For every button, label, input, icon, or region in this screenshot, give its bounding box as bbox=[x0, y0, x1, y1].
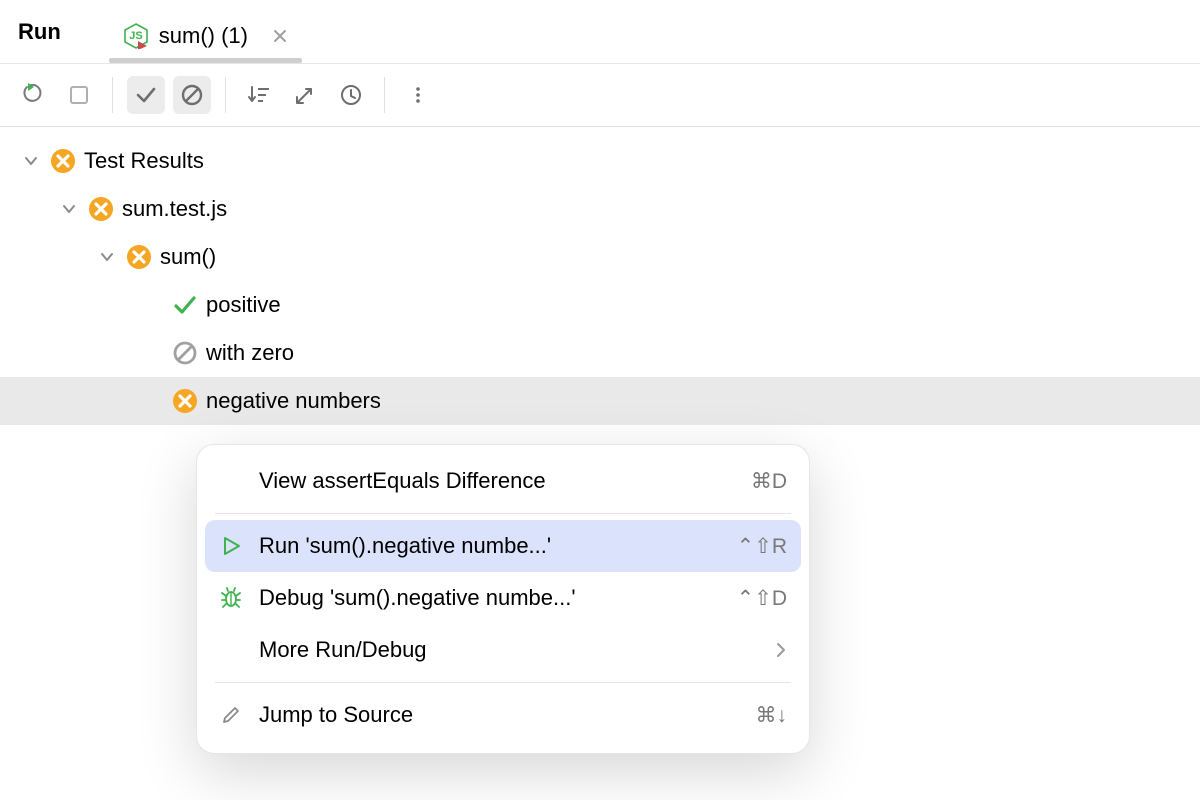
menu-jump-to-source[interactable]: Jump to Source ⌘↓ bbox=[205, 689, 801, 741]
pencil-icon bbox=[217, 705, 245, 725]
status-failed-icon bbox=[50, 148, 76, 174]
menu-item-label: View assertEquals Difference bbox=[259, 468, 737, 494]
tree-root[interactable]: Test Results bbox=[0, 137, 1200, 185]
tree-root-label: Test Results bbox=[84, 148, 204, 174]
tree-test-failed[interactable]: negative numbers bbox=[0, 377, 1200, 425]
show-ignored-toggle[interactable] bbox=[173, 76, 211, 114]
submenu-chevron-icon bbox=[775, 642, 787, 658]
tree-test-label: positive bbox=[206, 292, 281, 318]
more-options-button[interactable] bbox=[399, 76, 437, 114]
menu-separator bbox=[215, 682, 791, 683]
tool-window-title: Run bbox=[18, 19, 61, 63]
run-config-tab-label: sum() (1) bbox=[159, 23, 248, 49]
import-results-button[interactable] bbox=[286, 76, 324, 114]
run-config-tab[interactable]: JS sum() (1) bbox=[115, 23, 296, 63]
tree-test-passed[interactable]: positive bbox=[0, 281, 1200, 329]
sort-button[interactable] bbox=[240, 76, 278, 114]
menu-item-shortcut: ⌘↓ bbox=[756, 703, 788, 728]
menu-separator bbox=[215, 513, 791, 514]
toolbar-separator bbox=[384, 77, 385, 113]
toolbar-separator bbox=[225, 77, 226, 113]
tab-row: Run JS sum() (1) bbox=[0, 0, 1200, 64]
menu-item-label: Debug 'sum().negative numbe...' bbox=[259, 585, 723, 611]
context-menu: View assertEquals Difference ⌘D Run 'sum… bbox=[196, 444, 810, 754]
chevron-down-icon[interactable] bbox=[98, 248, 116, 266]
test-history-button[interactable] bbox=[332, 76, 370, 114]
toolbar-separator bbox=[112, 77, 113, 113]
chevron-down-icon[interactable] bbox=[22, 152, 40, 170]
play-icon bbox=[217, 536, 245, 556]
status-failed-icon bbox=[88, 196, 114, 222]
menu-run[interactable]: Run 'sum().negative numbe...' ⌃⇧R bbox=[205, 520, 801, 572]
tree-suite-label: sum() bbox=[160, 244, 216, 270]
menu-item-label: Run 'sum().negative numbe...' bbox=[259, 533, 723, 559]
menu-item-label: Jump to Source bbox=[259, 702, 742, 728]
menu-item-shortcut: ⌃⇧R bbox=[737, 534, 787, 559]
menu-view-difference[interactable]: View assertEquals Difference ⌘D bbox=[205, 455, 801, 507]
menu-item-shortcut: ⌃⇧D bbox=[737, 586, 787, 611]
menu-debug[interactable]: Debug 'sum().negative numbe...' ⌃⇧D bbox=[205, 572, 801, 624]
status-passed-icon bbox=[172, 292, 198, 318]
svg-text:JS: JS bbox=[129, 30, 142, 42]
menu-more-run-debug[interactable]: More Run/Debug bbox=[205, 624, 801, 676]
tree-test-ignored[interactable]: with zero bbox=[0, 329, 1200, 377]
tree-test-label: negative numbers bbox=[206, 388, 381, 414]
status-failed-icon bbox=[172, 388, 198, 414]
stop-button[interactable] bbox=[60, 76, 98, 114]
node-test-icon: JS bbox=[123, 23, 149, 49]
tree-suite[interactable]: sum() bbox=[0, 233, 1200, 281]
close-icon[interactable] bbox=[272, 28, 288, 44]
bug-icon bbox=[217, 587, 245, 609]
rerun-button[interactable] bbox=[14, 76, 52, 114]
tree-file[interactable]: sum.test.js bbox=[0, 185, 1200, 233]
tree-test-label: with zero bbox=[206, 340, 294, 366]
test-results-tree: Test Results sum.test.js sum() positive bbox=[0, 127, 1200, 425]
show-passed-toggle[interactable] bbox=[127, 76, 165, 114]
test-toolbar bbox=[0, 64, 1200, 127]
tree-file-label: sum.test.js bbox=[122, 196, 227, 222]
status-ignored-icon bbox=[172, 340, 198, 366]
status-failed-icon bbox=[126, 244, 152, 270]
menu-item-label: More Run/Debug bbox=[259, 637, 761, 663]
active-tab-underline bbox=[109, 58, 302, 63]
chevron-down-icon[interactable] bbox=[60, 200, 78, 218]
menu-item-shortcut: ⌘D bbox=[751, 469, 787, 494]
